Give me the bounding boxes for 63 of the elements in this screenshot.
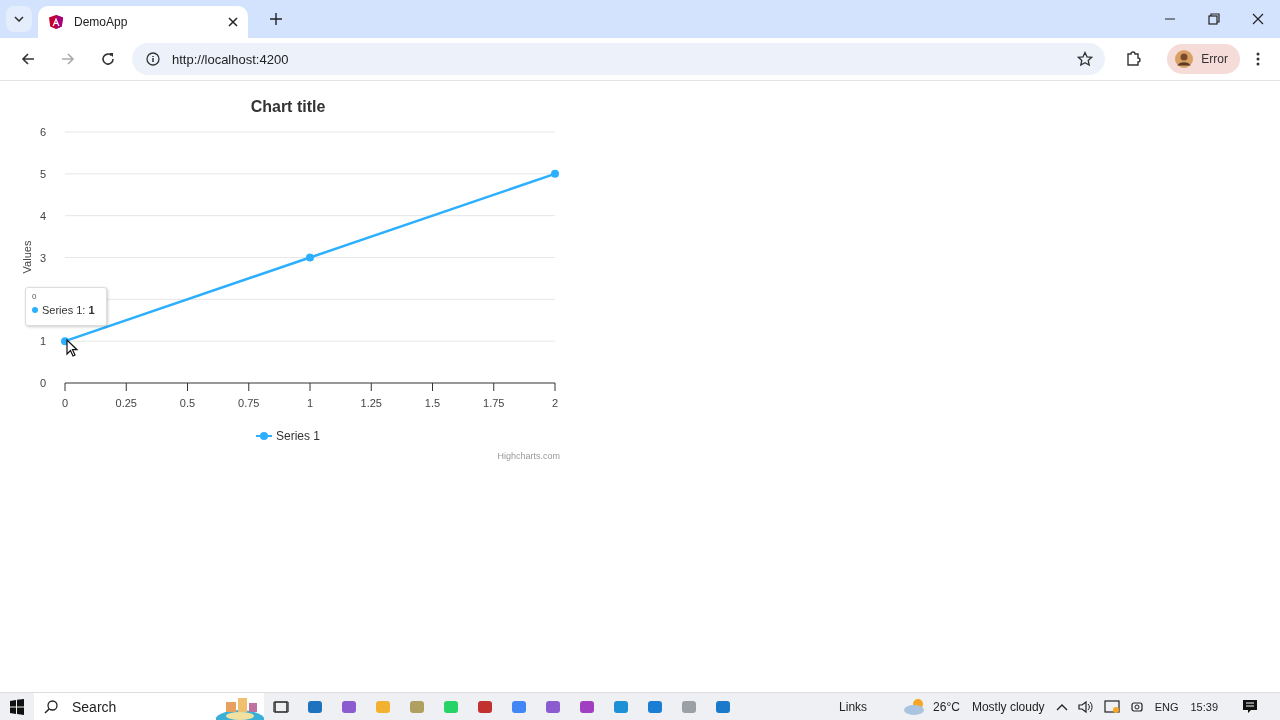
series-dot-icon — [32, 307, 38, 313]
puzzle-icon[interactable] — [1125, 51, 1142, 67]
info-icon[interactable] — [146, 52, 160, 66]
y-tick-label: 3 — [39, 251, 46, 264]
search-icon — [44, 699, 58, 714]
new-tab-icon[interactable] — [270, 13, 282, 25]
x-tick-label: 2 — [551, 397, 559, 409]
clock[interactable]: 15:39 — [1190, 700, 1218, 713]
chart-title: Chart title — [250, 98, 326, 115]
monitor-icon[interactable] — [1103, 699, 1120, 714]
star-icon[interactable] — [1077, 51, 1094, 67]
legend-label[interactable]: Series 1 — [276, 429, 321, 443]
x-tick-label: 1.5 — [424, 397, 441, 409]
app-icon[interactable] — [613, 698, 629, 715]
speaker-icon[interactable] — [1077, 699, 1094, 714]
profile-button[interactable]: Error — [1167, 44, 1240, 74]
taskbar-search-field[interactable]: Search — [34, 692, 264, 720]
avatar-icon — [1175, 50, 1194, 68]
y-tick-label: 5 — [39, 167, 46, 180]
task-view-icon[interactable] — [273, 698, 289, 715]
y-tick-label: 4 — [39, 209, 46, 222]
more-icon[interactable] — [1256, 52, 1260, 66]
y-axis-title: Values — [21, 240, 33, 274]
app-icon[interactable] — [715, 698, 731, 715]
x-tick-label: 1.75 — [483, 397, 505, 409]
app-icon[interactable] — [545, 698, 561, 715]
close-tab-icon[interactable] — [228, 17, 238, 27]
browser-tab[interactable]: DemoApp — [38, 6, 248, 38]
tooltip-header: 0 — [32, 292, 38, 301]
y-tick-label: 0 — [39, 377, 46, 389]
links-toolbar[interactable]: Links — [839, 699, 868, 714]
chevron-down-icon — [14, 16, 24, 22]
restore-icon[interactable] — [1208, 13, 1220, 25]
app-icon[interactable] — [341, 698, 357, 715]
start-icon[interactable] — [9, 698, 25, 715]
app-icon[interactable] — [511, 698, 527, 715]
close-icon[interactable] — [1252, 13, 1264, 25]
temperature[interactable]: 26°C — [933, 699, 960, 714]
notification-icon[interactable] — [1242, 698, 1258, 715]
back-icon[interactable] — [21, 52, 35, 66]
x-tick-label: 0.75 — [238, 397, 260, 409]
x-tick-label: 0.25 — [115, 397, 137, 409]
camera-icon[interactable] — [1129, 699, 1144, 714]
app-logo-icon — [48, 14, 64, 30]
x-tick-label: 0 — [61, 397, 69, 409]
tooltip-text: Series 1: 1 — [42, 304, 95, 316]
reload-icon[interactable] — [101, 52, 115, 66]
x-tick-label: 1 — [306, 397, 314, 409]
chevron-up-icon[interactable] — [1055, 702, 1068, 711]
app-icon[interactable] — [647, 698, 663, 715]
tab-list-button[interactable] — [6, 6, 32, 32]
cursor-icon — [66, 339, 78, 357]
weather-text[interactable]: Mostly cloudy — [971, 699, 1045, 714]
app-icon[interactable] — [477, 698, 493, 715]
x-tick-label: 0.5 — [179, 397, 196, 409]
legend-marker-icon[interactable] — [255, 432, 273, 440]
y-tick-label: 1 — [39, 335, 46, 348]
address-bar[interactable]: http://localhost:4200 — [132, 43, 1106, 75]
x-tick-label: 1.25 — [360, 397, 382, 409]
language-indicator[interactable]: ENG — [1154, 700, 1179, 713]
app-icon[interactable] — [307, 698, 323, 715]
y-tick-label: 6 — [39, 126, 46, 138]
app-icon[interactable] — [579, 698, 595, 715]
